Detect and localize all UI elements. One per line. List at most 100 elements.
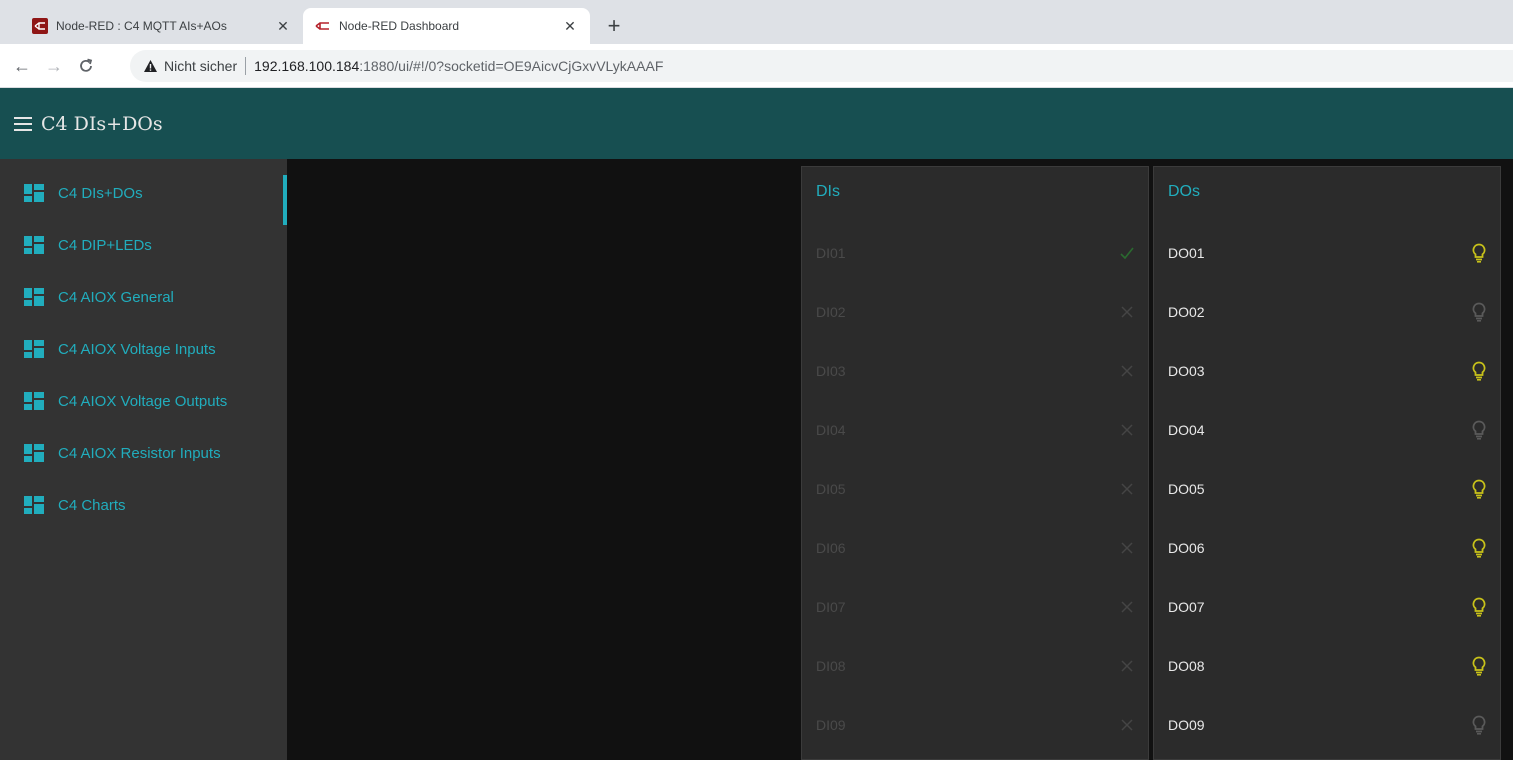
group-title: DOs [1168, 183, 1200, 200]
lightbulb-icon [1468, 537, 1490, 559]
address-separator [245, 57, 247, 75]
lightbulb-icon [1468, 596, 1490, 618]
do-row: DO08 [1154, 636, 1500, 696]
hamburger-menu-icon[interactable] [14, 116, 32, 131]
sidebar-item-label: C4 AIOX Voltage Outputs [58, 392, 228, 410]
lightbulb-icon [1468, 301, 1490, 323]
cross-icon [1116, 537, 1138, 559]
do-row: DO07 [1154, 577, 1500, 637]
do-row: DO09 [1154, 695, 1500, 755]
di-row: DI07 [802, 577, 1148, 637]
row-label: DO07 [1168, 599, 1205, 615]
dashboard-icon [24, 392, 44, 410]
row-label: DI03 [816, 363, 846, 379]
close-tab-icon[interactable]: ✕ [273, 16, 293, 36]
row-label: DI02 [816, 304, 846, 320]
row-label: DO08 [1168, 658, 1205, 674]
row-label: DO02 [1168, 304, 1205, 320]
address-bar[interactable]: Nicht sicher 192.168.100.184 :1880/ui/#!… [130, 50, 1513, 82]
row-label: DI01 [816, 245, 846, 261]
do-row: DO05 [1154, 459, 1500, 519]
sidebar-item-c4-aiox-voltage-outputs[interactable]: C4 AIOX Voltage Outputs [0, 375, 287, 427]
do-row: DO04 [1154, 400, 1500, 460]
cross-icon [1116, 419, 1138, 441]
lightbulb-icon [1468, 360, 1490, 382]
reload-icon [80, 58, 93, 72]
page-title: C4 DIs+DOs [41, 112, 163, 135]
dashboard-header: C4 DIs+DOs [0, 88, 1513, 159]
browser-tab-node-red-editor[interactable]: Node-RED : C4 MQTT AIs+AOs ✕ [20, 8, 303, 44]
dashboard-icon [24, 444, 44, 462]
cross-icon [1116, 714, 1138, 736]
close-tab-icon[interactable]: ✕ [560, 16, 580, 36]
row-label: DO03 [1168, 363, 1205, 379]
cross-icon [1116, 478, 1138, 500]
browser-toolbar: ← → Nicht sicher 192.168.100.184 :1880/u… [0, 44, 1513, 88]
dashboard-icon [24, 184, 44, 202]
reload-button[interactable] [72, 52, 100, 80]
row-label: DI07 [816, 599, 846, 615]
sidebar-item-label: C4 DIs+DOs [58, 184, 143, 202]
warning-icon[interactable] [142, 58, 158, 74]
dashboard-icon [24, 496, 44, 514]
di-row: DI09 [802, 695, 1148, 755]
di-row: DI06 [802, 518, 1148, 578]
do-row: DO03 [1154, 341, 1500, 401]
check-icon [1116, 242, 1138, 264]
sidebar-item-c4-aiox-voltage-inputs[interactable]: C4 AIOX Voltage Inputs [0, 323, 287, 375]
row-label: DO01 [1168, 245, 1205, 261]
sidebar-item-label: C4 AIOX Resistor Inputs [58, 444, 221, 462]
sidebar-item-c4-dip-leds[interactable]: C4 DIP+LEDs [0, 219, 287, 271]
do-row: DO02 [1154, 282, 1500, 342]
lightbulb-icon [1468, 242, 1490, 264]
sidebar-item-label: C4 DIP+LEDs [58, 236, 152, 254]
row-label: DO04 [1168, 422, 1205, 438]
do-row: DO01 [1154, 223, 1500, 283]
browser-tab-dashboard[interactable]: Node-RED Dashboard ✕ [303, 8, 590, 44]
cross-icon [1116, 301, 1138, 323]
lightbulb-icon [1468, 478, 1490, 500]
di-row: DI04 [802, 400, 1148, 460]
cross-icon [1116, 596, 1138, 618]
row-label: DI05 [816, 481, 846, 497]
di-row: DI05 [802, 459, 1148, 519]
sidebar-item-c4-aiox-general[interactable]: C4 AIOX General [0, 271, 287, 323]
lightbulb-icon [1468, 714, 1490, 736]
di-row: DI02 [802, 282, 1148, 342]
sidebar-item-label: C4 Charts [58, 496, 126, 514]
node-red-favicon [32, 18, 48, 34]
sidebar-nav: C4 DIs+DOs C4 DIP+LEDs C4 AIOX General C… [0, 159, 287, 760]
row-label: DI04 [816, 422, 846, 438]
cross-icon [1116, 655, 1138, 677]
sidebar-item-label: C4 AIOX General [58, 288, 174, 306]
row-label: DO09 [1168, 717, 1205, 733]
row-label: DO05 [1168, 481, 1205, 497]
sidebar-item-label: C4 AIOX Voltage Inputs [58, 340, 216, 358]
di-row: DI03 [802, 341, 1148, 401]
back-button[interactable]: ← [8, 52, 36, 80]
dis-group: DIs DI01 DI02 DI03 DI04 DI05 DI06 DI07 DI08 DI09 [801, 166, 1149, 760]
row-label: DI06 [816, 540, 846, 556]
row-label: DI08 [816, 658, 846, 674]
new-tab-button[interactable]: + [600, 12, 628, 40]
di-row: DI01 [802, 223, 1148, 283]
browser-tab-strip: Node-RED : C4 MQTT AIs+AOs ✕ Node-RED Da… [0, 0, 1513, 44]
url-path: :1880/ui/#!/0?socketid=OE9AicvCjGxvVLykA… [359, 58, 664, 74]
dashboard-icon [24, 340, 44, 358]
security-label[interactable]: Nicht sicher [164, 58, 237, 74]
tab-title: Node-RED : C4 MQTT AIs+AOs [56, 19, 227, 33]
lightbulb-icon [1468, 419, 1490, 441]
sidebar-item-c4-charts[interactable]: C4 Charts [0, 479, 287, 531]
di-row: DI08 [802, 636, 1148, 696]
dashboard-icon [24, 288, 44, 306]
node-red-favicon [315, 18, 331, 34]
row-label: DO06 [1168, 540, 1205, 556]
sidebar-item-c4-aiox-resistor-inputs[interactable]: C4 AIOX Resistor Inputs [0, 427, 287, 479]
dashboard-icon [24, 236, 44, 254]
forward-button[interactable]: → [40, 52, 68, 80]
sidebar-item-c4-dis-dos[interactable]: C4 DIs+DOs [0, 167, 287, 225]
lightbulb-icon [1468, 655, 1490, 677]
group-title: DIs [816, 183, 840, 200]
tab-title: Node-RED Dashboard [339, 19, 460, 33]
do-row: DO06 [1154, 518, 1500, 578]
